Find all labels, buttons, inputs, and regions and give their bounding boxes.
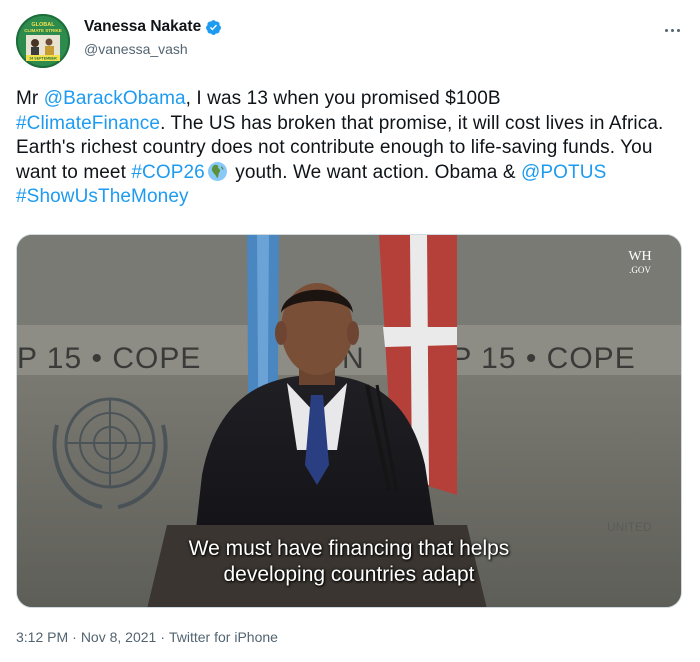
video-media[interactable]: P 15 • COPE N OP 15 • COPE UNITED WH .GO… <box>16 234 682 608</box>
tweet-text-segment: youth. We want action. Obama & <box>229 161 522 183</box>
meta-separator: · <box>72 629 77 645</box>
avatar-text-3: 24 SEPTEMBER <box>29 57 57 61</box>
banner-text-left: P 15 • COPE <box>17 342 201 375</box>
mention-potus-link[interactable]: @POTUS <box>521 162 606 183</box>
tweet-time[interactable]: 3:12 PM <box>16 629 68 645</box>
tweet-date[interactable]: Nov 8, 2021 <box>81 629 157 645</box>
tweet-card: GLOBAL CLIMATE STRIKE 24 SEPTEMBER Vanes… <box>0 0 700 662</box>
display-name[interactable]: Vanessa Nakate <box>84 18 201 36</box>
more-options-icon[interactable] <box>660 22 684 38</box>
banner-text-right: OP 15 • COPE <box>427 342 636 375</box>
video-caption-line-2: developing countries adapt <box>223 563 475 586</box>
tweet-text-segment: Mr <box>16 88 44 109</box>
avatar[interactable]: GLOBAL CLIMATE STRIKE 24 SEPTEMBER <box>16 14 70 68</box>
svg-text:UNITED: UNITED <box>607 520 652 534</box>
hashtag-showusthemoney-link[interactable]: #ShowUsTheMoney <box>16 186 189 207</box>
logo-wh-text: WH <box>628 249 652 264</box>
user-handle[interactable]: @vanessa_vash <box>84 41 188 57</box>
hashtag-climatefinance-link[interactable]: #ClimateFinance <box>16 113 160 134</box>
logo-gov-text: .GOV <box>629 265 651 275</box>
verified-badge-icon <box>205 19 222 36</box>
earth-globe-africa-icon <box>207 161 228 182</box>
whitehouse-gov-logo: WH .GOV <box>617 249 663 293</box>
hashtag-cop26-link[interactable]: #COP26 <box>131 162 204 183</box>
tweet-text-segment: , I was 13 when you promised $100B <box>185 88 501 109</box>
avatar-text-2: CLIMATE STRIKE <box>24 28 61 33</box>
tweet-text: Mr @BarackObama, I was 13 when you promi… <box>16 87 676 210</box>
tweet-meta: 3:12 PM · Nov 8, 2021 · Twitter for iPho… <box>16 629 278 645</box>
tweet-source[interactable]: Twitter for iPhone <box>169 629 278 645</box>
meta-separator: · <box>160 629 165 645</box>
mention-barackobama-link[interactable]: @BarackObama <box>44 88 186 109</box>
name-row: Vanessa Nakate <box>84 18 222 36</box>
video-caption-line-1: We must have financing that helps <box>188 537 510 560</box>
